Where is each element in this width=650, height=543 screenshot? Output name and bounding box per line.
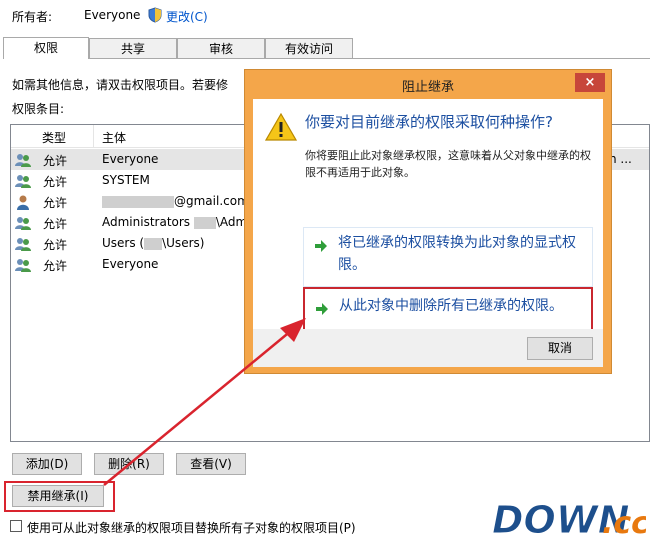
svg-text:.cc: .cc bbox=[602, 506, 646, 539]
down-cc-logo: DOWN .cc bbox=[492, 498, 647, 540]
tab-permissions[interactable]: 权限 bbox=[3, 37, 89, 59]
annotation-arrow bbox=[103, 318, 306, 486]
